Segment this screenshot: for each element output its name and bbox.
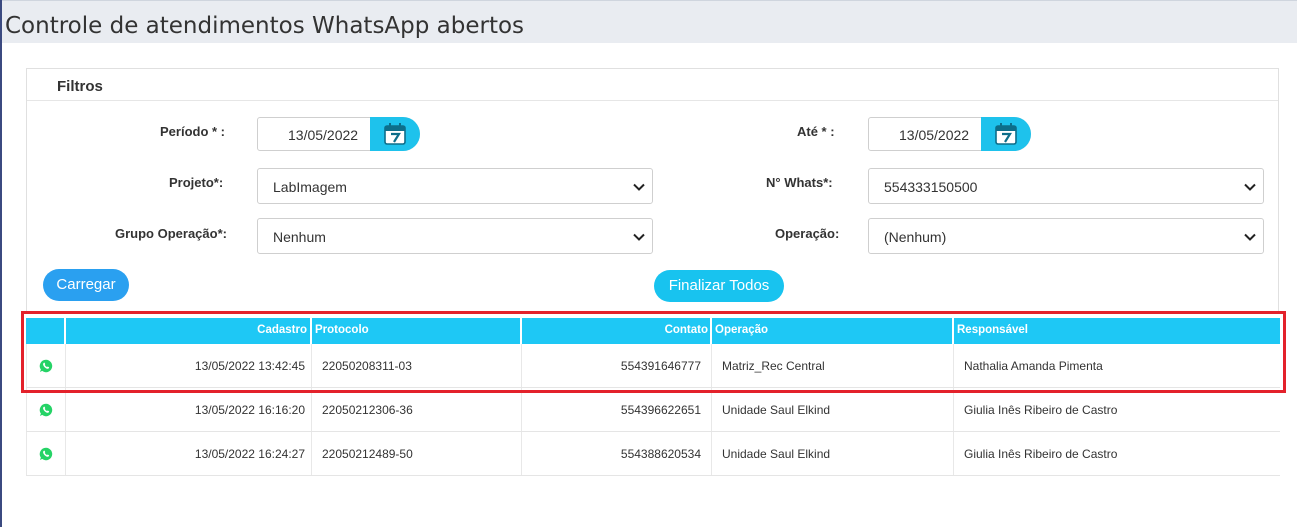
cell-protocolo: 22050212489-50 bbox=[312, 432, 522, 475]
header-protocolo[interactable]: Protocolo bbox=[312, 318, 522, 344]
cell-operacao: Unidade Saul Elkind bbox=[712, 388, 954, 431]
row-icon-cell[interactable] bbox=[26, 344, 66, 387]
filters-panel-header: Filtros bbox=[27, 69, 1278, 101]
whatsapp-icon[interactable] bbox=[39, 359, 53, 373]
periodo-calendar-button[interactable] bbox=[370, 117, 420, 151]
cell-responsavel: Giulia Inês Ribeiro de Castro bbox=[964, 403, 1118, 417]
filters-title: Filtros bbox=[57, 78, 103, 95]
cell-cadastro: 13/05/2022 16:24:27 bbox=[66, 432, 312, 475]
header-responsavel[interactable]: Responsável bbox=[954, 318, 1280, 344]
chevron-down-icon bbox=[633, 233, 645, 241]
finish-all-button[interactable]: Finalizar Todos bbox=[654, 270, 784, 302]
ate-date-value: 13/05/2022 bbox=[899, 127, 970, 143]
whats-label: N° Whats*: bbox=[766, 175, 833, 190]
operacao-select[interactable]: (Nenhum) bbox=[868, 218, 1264, 254]
table-row[interactable]: 13/05/2022 13:42:45 22050208311-03 55439… bbox=[26, 344, 1280, 388]
chevron-down-icon bbox=[1244, 233, 1256, 241]
operacao-label: Operação: bbox=[775, 226, 840, 241]
operacao-selected-value: (Nenhum) bbox=[884, 229, 947, 245]
cell-cadastro: 13/05/2022 13:42:45 bbox=[66, 344, 312, 387]
row-icon-cell[interactable] bbox=[26, 388, 66, 431]
grupo-operacao-select[interactable]: Nenhum bbox=[257, 218, 653, 254]
table-row[interactable]: 13/05/2022 16:24:27 22050212489-50 55438… bbox=[26, 432, 1280, 476]
ate-date-input[interactable]: 13/05/2022 bbox=[868, 117, 1031, 151]
periodo-date-value: 13/05/2022 bbox=[288, 127, 359, 143]
grupo-operacao-selected-value: Nenhum bbox=[273, 229, 326, 245]
table-row[interactable]: 13/05/2022 16:16:20 22050212306-36 55439… bbox=[26, 388, 1280, 432]
ate-calendar-button[interactable] bbox=[981, 117, 1031, 151]
title-bar: Controle de atendimentos WhatsApp aberto… bbox=[2, 0, 1297, 43]
cell-contato: 554388620534 bbox=[522, 432, 712, 475]
cell-contato: 554396622651 bbox=[522, 388, 712, 431]
left-edge-rule bbox=[0, 0, 2, 527]
cell-operacao: Unidade Saul Elkind bbox=[712, 432, 954, 475]
cell-contato: 554391646777 bbox=[522, 344, 712, 387]
whats-selected-value: 554333150500 bbox=[884, 179, 978, 195]
cell-operacao: Matriz_Rec Central bbox=[712, 344, 954, 387]
cell-protocolo: 22050212306-36 bbox=[312, 388, 522, 431]
header-contato[interactable]: Contato bbox=[522, 318, 712, 344]
header-operacao[interactable]: Operação bbox=[712, 318, 954, 344]
calendar-icon bbox=[384, 123, 406, 145]
cell-cadastro: 13/05/2022 16:16:20 bbox=[66, 388, 312, 431]
whatsapp-icon[interactable] bbox=[39, 447, 53, 461]
cell-responsavel: Nathalia Amanda Pimenta bbox=[964, 359, 1103, 373]
cell-protocolo: 22050208311-03 bbox=[312, 344, 522, 387]
row-icon-cell[interactable] bbox=[26, 432, 66, 475]
header-icon-column bbox=[26, 318, 66, 344]
table-header-row: Cadastro Protocolo Contato Operação Resp… bbox=[26, 318, 1280, 344]
periodo-label: Período * : bbox=[160, 124, 226, 139]
header-cadastro[interactable]: Cadastro bbox=[66, 318, 312, 344]
whatsapp-icon[interactable] bbox=[39, 403, 53, 417]
page-title: Controle de atendimentos WhatsApp aberto… bbox=[5, 13, 525, 39]
whats-select[interactable]: 554333150500 bbox=[868, 168, 1264, 204]
chevron-down-icon bbox=[633, 183, 645, 191]
ate-label: Até * : bbox=[797, 124, 835, 139]
projeto-select[interactable]: LabImagem bbox=[257, 168, 653, 204]
projeto-selected-value: LabImagem bbox=[273, 179, 347, 195]
grupo-operacao-label: Grupo Operação*: bbox=[115, 226, 227, 241]
projeto-label: Projeto*: bbox=[169, 175, 224, 190]
cell-responsavel: Giulia Inês Ribeiro de Castro bbox=[964, 447, 1118, 461]
chevron-down-icon bbox=[1244, 183, 1256, 191]
load-button[interactable]: Carregar bbox=[43, 269, 129, 301]
calendar-icon bbox=[995, 123, 1017, 145]
periodo-date-input[interactable]: 13/05/2022 bbox=[257, 117, 420, 151]
